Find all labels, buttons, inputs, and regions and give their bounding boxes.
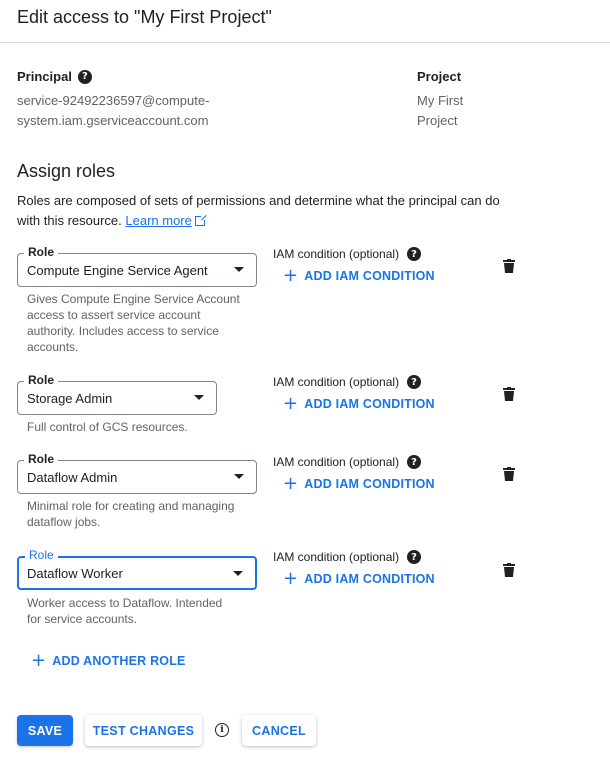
chevron-down-icon — [234, 474, 244, 479]
assign-roles-description-text: Roles are composed of sets of permission… — [17, 193, 500, 228]
dialog-header: Edit access to "My First Project" — [0, 0, 610, 43]
iam-condition-label-2: IAM condition (optional) ? — [273, 375, 422, 389]
assign-roles-title: Assign roles — [17, 161, 116, 181]
role-select-2[interactable]: Role Storage Admin — [17, 373, 217, 415]
role-select-value: Compute Engine Service Agent — [27, 262, 208, 278]
chevron-down-icon — [234, 267, 244, 272]
test-changes-button[interactable]: TEST CHANGES — [85, 715, 202, 746]
add-another-role-button[interactable]: + ADD ANOTHER ROLE — [31, 650, 186, 671]
help-icon[interactable]: ? — [407, 375, 422, 389]
role-select-value: Storage Admin — [27, 390, 113, 406]
role-hint-1: Gives Compute Engine Service Account acc… — [27, 292, 240, 354]
iam-condition-label-3: IAM condition (optional) ? — [273, 455, 422, 469]
role-hint-3: Minimal role for creating and managing d… — [27, 499, 235, 529]
principal-label: Principal ? — [17, 69, 92, 84]
project-value-line2: Project — [417, 113, 458, 128]
add-iam-condition-label: ADD IAM CONDITION — [304, 477, 435, 491]
plus-icon: + — [283, 265, 299, 286]
help-icon[interactable]: ? — [407, 247, 422, 261]
role-hint-2: Full control of GCS resources. — [27, 420, 188, 434]
role-select-label: Role — [24, 373, 59, 387]
iam-condition-label-1: IAM condition (optional) ? — [273, 247, 422, 261]
chevron-down-icon — [194, 395, 204, 400]
help-icon[interactable]: ? — [407, 455, 422, 469]
dialog-title: Edit access to "My First Project" — [17, 7, 272, 27]
add-iam-condition-button-1[interactable]: + ADD IAM CONDITION — [283, 265, 435, 286]
role-select-label: Role — [24, 452, 59, 466]
delete-icon[interactable] — [503, 467, 515, 481]
principal-value-line2: system.iam.gserviceaccount.com — [17, 113, 209, 128]
chevron-down-icon — [233, 571, 243, 576]
delete-icon[interactable] — [503, 563, 515, 577]
iam-condition-label-text: IAM condition (optional) — [273, 375, 400, 389]
add-another-role-label: ADD ANOTHER ROLE — [52, 654, 186, 668]
help-icon[interactable]: ? — [77, 69, 92, 84]
iam-condition-label-text: IAM condition (optional) — [273, 550, 400, 564]
add-iam-condition-label: ADD IAM CONDITION — [304, 269, 435, 283]
add-iam-condition-button-2[interactable]: + ADD IAM CONDITION — [283, 393, 435, 414]
cancel-button[interactable]: CANCEL — [242, 715, 316, 746]
role-select-3[interactable]: Role Dataflow Admin — [17, 452, 257, 494]
principal-value-line1: service-92492236597@compute- — [17, 93, 210, 108]
role-hint-4: Worker access to Dataflow. Intended for … — [27, 596, 223, 626]
plus-icon: + — [283, 473, 299, 494]
delete-icon[interactable] — [503, 387, 515, 401]
help-icon[interactable]: ? — [407, 550, 422, 564]
role-select-label: Role — [24, 245, 59, 259]
principal-label-text: Principal — [17, 69, 72, 84]
project-label: Project — [417, 69, 462, 84]
role-select-value: Dataflow Worker — [27, 565, 123, 581]
project-value: My First Project — [417, 91, 487, 131]
add-iam-condition-label: ADD IAM CONDITION — [304, 572, 435, 586]
role-select-label: Role — [25, 548, 58, 562]
role-select-value: Dataflow Admin — [27, 469, 118, 485]
learn-more-link[interactable]: Learn more — [125, 213, 191, 228]
principal-value: service-92492236597@compute- system.iam.… — [17, 91, 247, 131]
add-iam-condition-label: ADD IAM CONDITION — [304, 397, 435, 411]
plus-icon: + — [283, 393, 299, 414]
role-select-1[interactable]: Role Compute Engine Service Agent — [17, 245, 257, 287]
role-select-4[interactable]: Role Dataflow Worker — [17, 548, 257, 590]
plus-icon: + — [283, 568, 299, 589]
add-iam-condition-button-3[interactable]: + ADD IAM CONDITION — [283, 473, 435, 494]
project-value-line1: My First — [417, 93, 464, 108]
delete-icon[interactable] — [503, 259, 515, 273]
iam-condition-label-text: IAM condition (optional) — [273, 247, 400, 261]
external-link-icon — [194, 214, 207, 226]
iam-condition-label-text: IAM condition (optional) — [273, 455, 400, 469]
assign-roles-description: Roles are composed of sets of permission… — [17, 191, 517, 231]
add-iam-condition-button-4[interactable]: + ADD IAM CONDITION — [283, 568, 435, 589]
save-button[interactable]: SAVE — [17, 715, 73, 746]
plus-icon: + — [31, 650, 47, 671]
iam-condition-label-4: IAM condition (optional) ? — [273, 550, 422, 564]
info-icon[interactable]: i — [215, 723, 229, 737]
